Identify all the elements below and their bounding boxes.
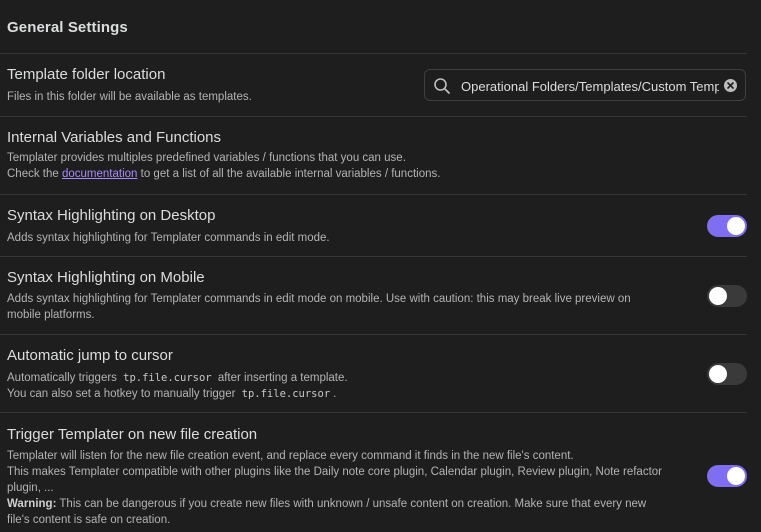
setting-description: Templater will listen for the new file c… — [7, 450, 662, 526]
setting-description: Files in this folder will be available a… — [7, 91, 252, 103]
setting-name: Automatic jump to cursor — [7, 347, 173, 364]
toggle-knob — [709, 365, 727, 383]
inline-code: tp.file.cursor — [241, 388, 331, 400]
warning-label: Warning: — [7, 498, 57, 510]
documentation-link[interactable]: documentation — [62, 168, 137, 180]
divider — [0, 334, 747, 335]
toggle-knob — [727, 467, 745, 485]
setting-description: Automatically triggers tp.file.cursor af… — [7, 372, 348, 400]
toggle-knob — [709, 287, 727, 305]
setting-name: Syntax Highlighting on Desktop — [7, 207, 216, 224]
setting-name: Internal Variables and Functions — [7, 129, 222, 146]
trigger-new-file-toggle[interactable] — [707, 465, 747, 487]
auto-jump-toggle[interactable] — [707, 363, 747, 385]
clear-icon[interactable] — [724, 79, 737, 92]
toggle-knob — [727, 217, 745, 235]
setting-name: Syntax Highlighting on Mobile — [7, 269, 205, 286]
divider — [0, 53, 747, 54]
setting-description: Adds syntax highlighting for Templater c… — [7, 232, 330, 244]
template-folder-search[interactable] — [424, 69, 746, 101]
divider — [0, 194, 747, 195]
search-icon — [433, 77, 451, 95]
setting-description: Adds syntax highlighting for Templater c… — [7, 293, 631, 321]
section-title: General Settings — [7, 19, 128, 36]
syntax-mobile-toggle[interactable] — [707, 285, 747, 307]
divider — [0, 412, 747, 413]
setting-name: Trigger Templater on new file creation — [7, 426, 258, 443]
divider — [0, 116, 747, 117]
setting-name: Template folder location — [7, 66, 166, 83]
inline-code: tp.file.cursor — [123, 372, 212, 384]
setting-description: Templater provides multiples predefined … — [7, 152, 441, 180]
divider — [0, 256, 747, 257]
syntax-desktop-toggle[interactable] — [707, 215, 747, 237]
template-folder-input[interactable] — [461, 75, 719, 97]
